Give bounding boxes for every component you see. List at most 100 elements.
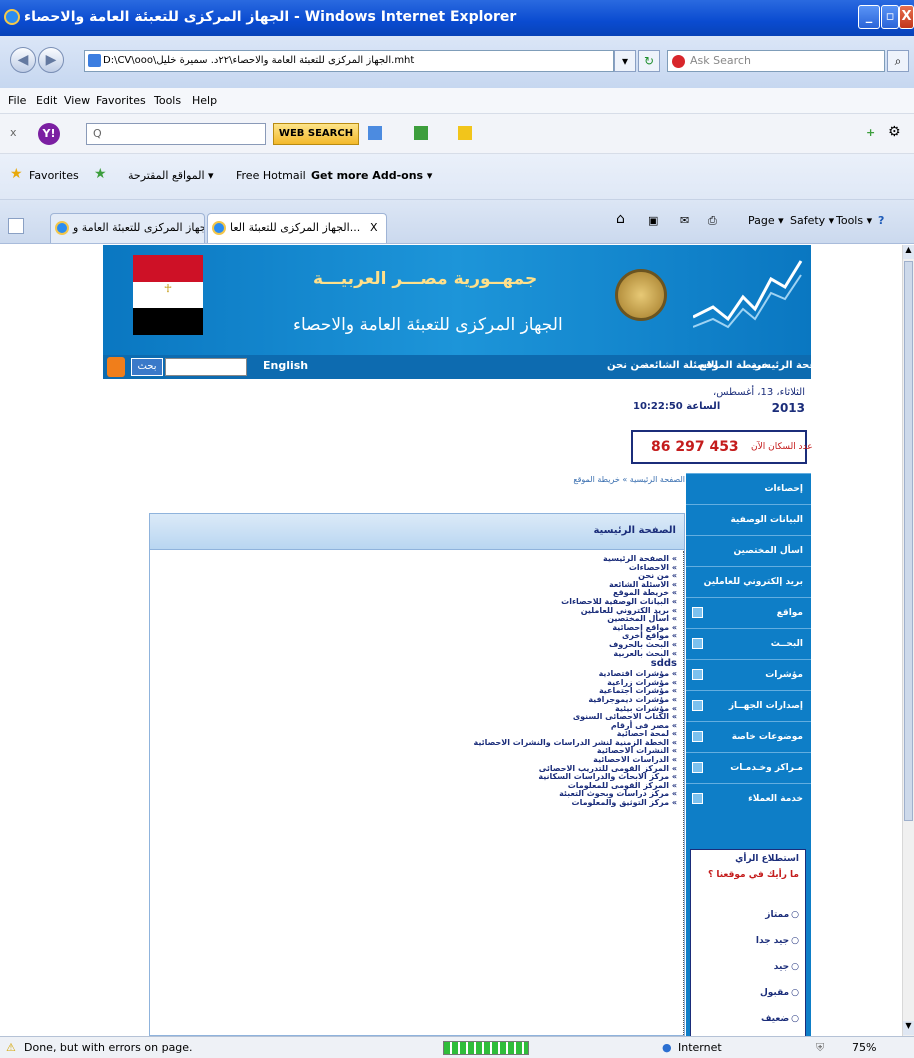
mail-icon[interactable] xyxy=(368,126,382,140)
print-icon[interactable]: ⎙ xyxy=(708,214,717,228)
side-item-customer-service[interactable]: خدمة العملاء xyxy=(686,783,811,814)
page-icon xyxy=(88,54,101,67)
side-item-label: مؤشرات xyxy=(765,670,803,680)
help-icon[interactable]: ? xyxy=(878,214,884,227)
progress-bar xyxy=(443,1041,529,1055)
forward-button[interactable]: ▶ xyxy=(38,47,64,73)
vertical-scrollbar[interactable]: ▲ ▼ xyxy=(902,245,914,1036)
protected-mode-icon[interactable]: ⛨ xyxy=(816,1041,824,1055)
side-item-staff-mail[interactable]: بريد إلكتروني للعاملين xyxy=(686,566,811,597)
sitemap-link[interactable]: » مركز التوثيق والمعلومات xyxy=(357,798,677,808)
tab-1-label: الجهاز المركزى للتعبئة العامة و... xyxy=(73,221,204,234)
site-container: ☥ جمهــورية مصـــر العربيـــة الجهاز الم… xyxy=(103,245,834,1036)
yahoo-toolbar: x Y! Q WEB SEARCH + ⚙ xyxy=(0,114,914,154)
favorites-button[interactable]: Favorites xyxy=(29,169,79,182)
side-item-sites[interactable]: مواقع xyxy=(686,597,811,628)
scroll-down-icon[interactable]: ▼ xyxy=(903,1021,914,1035)
safety-menu[interactable]: Safety ▾ xyxy=(790,214,834,227)
poll-option[interactable]: ضعيف xyxy=(761,1014,799,1024)
sitemap-link-list: » الصفحة الرئيسية » الاحصاءات » من نحن »… xyxy=(357,554,677,808)
ask-search-input[interactable]: Ask Search xyxy=(667,50,885,72)
population-counter: 86 297 453 عدد السكان الآن xyxy=(631,430,813,464)
address-bar[interactable]: D:\CV\ooo\الجهاز المركزى للتعبئة العامة … xyxy=(84,50,614,72)
side-item-centers[interactable]: مـراكز وخـدمـات xyxy=(686,752,811,783)
gear-icon[interactable]: ⚙ xyxy=(888,124,901,140)
menu-tools[interactable]: Tools xyxy=(154,94,181,107)
add-icon[interactable]: + xyxy=(866,126,875,139)
republic-title: جمهــورية مصـــر العربيـــة xyxy=(313,269,538,289)
warning-icon[interactable]: ⚠ xyxy=(6,1041,16,1054)
english-link[interactable]: English xyxy=(263,359,308,372)
toolbar-close-button[interactable]: x xyxy=(10,126,17,139)
home-icon[interactable]: ⌂ xyxy=(616,211,625,227)
menu-help[interactable]: Help xyxy=(192,94,217,107)
breadcrumb[interactable]: الصفحة الرئيسية » خريطة الموقع xyxy=(573,475,685,484)
time-label: الساعة xyxy=(686,401,721,412)
side-item-ask-experts[interactable]: اسأل المختصين xyxy=(686,535,811,566)
fav-get-addons[interactable]: Get more Add-ons ▾ xyxy=(311,169,432,182)
notepad-icon[interactable] xyxy=(414,126,428,140)
rss-icon[interactable] xyxy=(107,357,125,377)
nav-about[interactable]: من نحن xyxy=(607,360,646,371)
status-text: Done, but with errors on page. xyxy=(24,1041,193,1054)
expand-icon[interactable] xyxy=(692,793,703,804)
dropdown-arrow-icon[interactable]: ▾ xyxy=(614,50,636,72)
scrollbar-thumb[interactable] xyxy=(904,261,913,821)
close-button[interactable]: X xyxy=(899,5,914,29)
poll-question: ما رأيك في موقعنا ؟ xyxy=(708,870,799,880)
zoom-level[interactable]: 75% xyxy=(852,1041,876,1054)
poll-option[interactable]: مقبول xyxy=(760,988,799,998)
poll-option[interactable]: جيد xyxy=(774,962,799,972)
side-item-label: موضوعات خاصة xyxy=(731,732,803,742)
tools-menu[interactable]: Tools ▾ xyxy=(836,214,872,227)
search-icon[interactable]: ⌕ xyxy=(887,50,909,72)
scroll-up-icon[interactable]: ▲ xyxy=(903,245,914,259)
tab-2[interactable]: الجهاز المركزى للتعبئة العا... X xyxy=(207,213,387,243)
menu-file[interactable]: File xyxy=(8,94,26,107)
quick-tabs-icon[interactable] xyxy=(8,218,24,234)
nav-faq[interactable]: الاسئلة الشائعة xyxy=(643,360,718,371)
feeds-icon[interactable]: ▣ xyxy=(648,214,658,227)
maximize-button[interactable]: ▫ xyxy=(881,5,899,29)
zone-text: Internet xyxy=(678,1041,722,1054)
tab-1[interactable]: الجهاز المركزى للتعبئة العامة و... xyxy=(50,213,205,243)
add-favorite-icon[interactable]: ★ xyxy=(94,166,107,182)
menu-favorites[interactable]: Favorites xyxy=(96,94,146,107)
egypt-flag: ☥ xyxy=(133,255,203,335)
poll-option[interactable]: ممتاز xyxy=(765,910,799,920)
page-viewport: ☥ جمهــورية مصـــر العربيـــة الجهاز الم… xyxy=(0,245,902,1036)
site-search-button[interactable]: بحث xyxy=(131,358,163,376)
refresh-icon[interactable]: ↻ xyxy=(638,50,660,72)
yahoo-search-input[interactable]: Q xyxy=(86,123,266,145)
fav-free-hotmail[interactable]: Free Hotmail xyxy=(236,169,306,182)
tab-bar: الجهاز المركزى للتعبئة العامة و... الجها… xyxy=(0,200,914,244)
expand-icon[interactable] xyxy=(692,669,703,680)
page-menu[interactable]: Page ▾ xyxy=(748,214,784,227)
expand-icon[interactable] xyxy=(692,762,703,773)
back-button[interactable]: ◀ xyxy=(10,47,36,73)
sitemap-link[interactable]: » الاحصاءات xyxy=(357,563,677,573)
side-item-publications[interactable]: إصدارات الجهــاز xyxy=(686,690,811,721)
expand-icon[interactable] xyxy=(692,607,703,618)
side-item-indicators[interactable]: مؤشرات xyxy=(686,659,811,690)
fav-suggested-sites[interactable]: المواقع المقترحة ▾ xyxy=(128,169,214,182)
poll-option[interactable]: جيد جدا xyxy=(756,936,799,946)
menu-edit[interactable]: Edit xyxy=(36,94,57,107)
minimize-button[interactable]: _ xyxy=(858,5,880,29)
side-item-metadata[interactable]: البيانات الوصفية xyxy=(686,504,811,535)
ebay-icon[interactable] xyxy=(458,126,472,140)
address-toolbar: ◀ ▶ D:\CV\ooo\الجهاز المركزى للتعبئة الع… xyxy=(0,36,914,88)
mail-icon[interactable]: ✉ xyxy=(680,214,689,227)
site-search-input[interactable] xyxy=(165,358,247,376)
side-item-special-topics[interactable]: موضوعات خاصة xyxy=(686,721,811,752)
web-search-button[interactable]: WEB SEARCH xyxy=(273,123,359,145)
side-item-statistics[interactable]: إحصاءات xyxy=(686,473,811,504)
expand-icon[interactable] xyxy=(692,731,703,742)
expand-icon[interactable] xyxy=(692,638,703,649)
expand-icon[interactable] xyxy=(692,700,703,711)
close-tab-button[interactable]: X xyxy=(370,214,378,242)
sitemap-link[interactable]: » البحث بالعربية xyxy=(357,649,677,659)
yahoo-logo-icon[interactable]: Y! xyxy=(38,123,60,145)
menu-view[interactable]: View xyxy=(64,94,90,107)
side-item-search[interactable]: البحــث xyxy=(686,628,811,659)
